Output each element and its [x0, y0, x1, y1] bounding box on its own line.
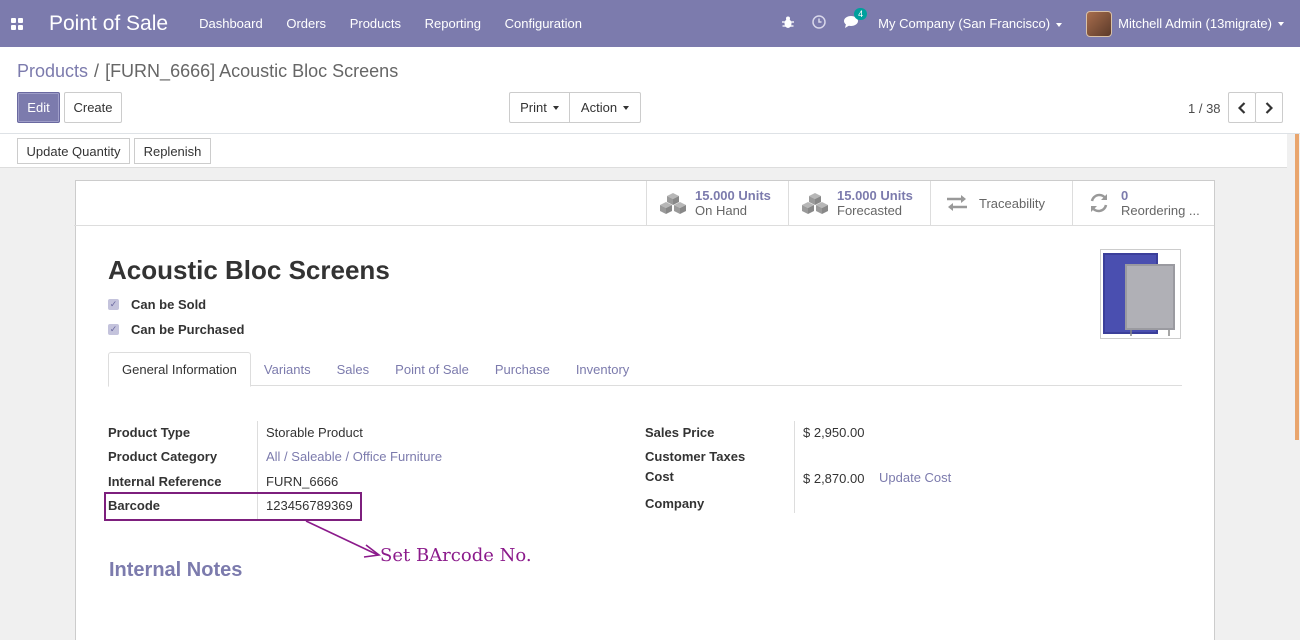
cost-value[interactable]: $ 2,870.00: [803, 471, 864, 486]
action-dropdown[interactable]: Action: [569, 92, 641, 123]
internal-notes-heading: Internal Notes: [109, 559, 243, 581]
forecasted-value: 15.000 Units: [837, 188, 913, 203]
control-panel: Products / [FURN_6666] Acoustic Bloc Scree…: [0, 47, 1300, 134]
update-quantity-button[interactable]: Update Quantity: [17, 138, 130, 164]
product-type-label: Product Type: [108, 425, 191, 440]
tab-point-of-sale[interactable]: Point of Sale: [382, 352, 482, 386]
cubes-icon: [659, 189, 687, 217]
replenish-button[interactable]: Replenish: [134, 138, 211, 164]
refresh-icon: [1085, 189, 1113, 217]
tab-sales[interactable]: Sales: [324, 352, 383, 386]
scrollbar[interactable]: [1295, 134, 1299, 440]
bug-icon[interactable]: [782, 16, 795, 32]
forecasted-label: Forecasted: [837, 203, 903, 218]
messages-badge: 4: [854, 8, 868, 20]
form-sheet: 15.000 Units On Hand 15.000 Units Forecast…: [74, 180, 1215, 640]
on-hand-value: 15.000 Units: [695, 188, 771, 203]
menu-dashboard[interactable]: Dashboard: [199, 16, 263, 31]
tab-purchase[interactable]: Purchase: [482, 352, 563, 386]
tab-variants[interactable]: Variants: [251, 352, 324, 386]
pager-value[interactable]: 1 / 38: [1188, 101, 1221, 116]
product-image[interactable]: [1100, 249, 1181, 339]
can-be-purchased-label: Can be Purchased: [131, 322, 245, 337]
apps-menu-icon[interactable]: [0, 0, 34, 47]
app-brand[interactable]: Point of Sale: [49, 12, 168, 36]
chevron-left-icon: [1238, 101, 1246, 114]
can-be-sold-label: Can be Sold: [131, 297, 207, 312]
smart-button-box: 15.000 Units On Hand 15.000 Units Forecast…: [74, 181, 1214, 226]
notebook-tabs: General Information Variants Sales Point…: [108, 352, 1182, 387]
checkbox-checked-icon: ✓: [108, 324, 119, 335]
user-name: Mitchell Admin (13migrate): [1118, 16, 1272, 31]
smart-button-forecasted[interactable]: 15.000 Units Forecasted: [788, 181, 930, 225]
navbar-right: 4 My Company (San Francisco) Mitchell Ad…: [782, 0, 1300, 47]
menu-reporting[interactable]: Reporting: [425, 16, 481, 31]
on-hand-label: On Hand: [695, 203, 748, 218]
avatar: [1086, 10, 1113, 37]
update-cost-link[interactable]: Update Cost: [879, 470, 951, 485]
tab-inventory[interactable]: Inventory: [563, 352, 642, 386]
pager-previous-button[interactable]: [1228, 92, 1256, 123]
field-divider: [794, 421, 795, 513]
product-category-label: Product Category: [108, 449, 218, 464]
annotation-label: Set BArcode No.: [380, 545, 532, 566]
product-type-value[interactable]: Storable Product: [266, 425, 363, 440]
menu-orders[interactable]: Orders: [286, 16, 326, 31]
messages-icon[interactable]: 4: [844, 8, 868, 32]
company-caret-icon: [1056, 22, 1063, 27]
breadcrumb: Products / [FURN_6666] Acoustic Bloc Scree…: [17, 61, 398, 82]
can-be-sold-checkbox[interactable]: ✓ Can be Sold: [108, 297, 206, 312]
product-name: Acoustic Bloc Screens: [108, 255, 390, 285]
reordering-value: 0: [1121, 188, 1129, 203]
action-caret-icon: [623, 105, 630, 110]
pager-next-button[interactable]: [1255, 92, 1283, 123]
user-menu[interactable]: Mitchell Admin (13migrate): [1086, 10, 1284, 37]
traceability-label: Traceability: [979, 195, 1045, 211]
reordering-label: Reordering ...: [1121, 203, 1200, 218]
breadcrumb-current: [FURN_6666] Acoustic Bloc Screens: [105, 61, 399, 81]
internal-reference-value[interactable]: FURN_6666: [266, 474, 338, 489]
print-caret-icon: [552, 105, 559, 110]
menu-products[interactable]: Products: [350, 16, 401, 31]
company-switcher[interactable]: My Company (San Francisco): [878, 16, 1063, 31]
cost-label: Cost: [645, 469, 674, 484]
barcode-highlight-box: [104, 492, 362, 521]
cubes-icon: [801, 189, 829, 217]
checkbox-checked-icon: ✓: [108, 299, 119, 310]
company-name: My Company (San Francisco): [878, 16, 1051, 31]
annotation-arrow-icon: [305, 520, 382, 558]
clock-icon[interactable]: [812, 15, 826, 32]
smart-button-traceability[interactable]: Traceability: [930, 181, 1072, 225]
smart-button-reordering[interactable]: 0 Reordering ...: [1072, 181, 1214, 225]
company-label: Company: [645, 496, 705, 511]
form-statusbar: Update Quantity Replenish: [0, 134, 1287, 168]
chevron-right-icon: [1265, 101, 1273, 114]
print-label: Print: [520, 100, 547, 115]
breadcrumb-products[interactable]: Products: [17, 61, 88, 81]
top-navbar: Point of Sale Dashboard Orders Products …: [0, 0, 1300, 47]
product-category-link[interactable]: All / Saleable / Office Furniture: [266, 449, 442, 464]
can-be-purchased-checkbox[interactable]: ✓ Can be Purchased: [108, 322, 244, 337]
smart-button-on-hand[interactable]: 15.000 Units On Hand: [646, 181, 788, 225]
print-dropdown[interactable]: Print: [509, 92, 570, 123]
action-label: Action: [580, 100, 618, 115]
user-caret-icon: [1278, 21, 1284, 26]
sales-price-label: Sales Price: [645, 425, 715, 440]
breadcrumb-separator: /: [94, 61, 100, 81]
internal-reference-label: Internal Reference: [108, 474, 222, 489]
edit-button[interactable]: Edit: [17, 92, 60, 123]
main-menu: Dashboard Orders Products Reporting Conf…: [199, 16, 602, 31]
menu-configuration[interactable]: Configuration: [505, 16, 582, 31]
sales-price-value[interactable]: $ 2,950.00: [803, 425, 864, 440]
tab-general-information[interactable]: General Information: [108, 352, 251, 387]
customer-taxes-label: Customer Taxes: [645, 449, 746, 464]
create-button[interactable]: Create: [64, 92, 122, 123]
exchange-icon: [943, 189, 971, 217]
